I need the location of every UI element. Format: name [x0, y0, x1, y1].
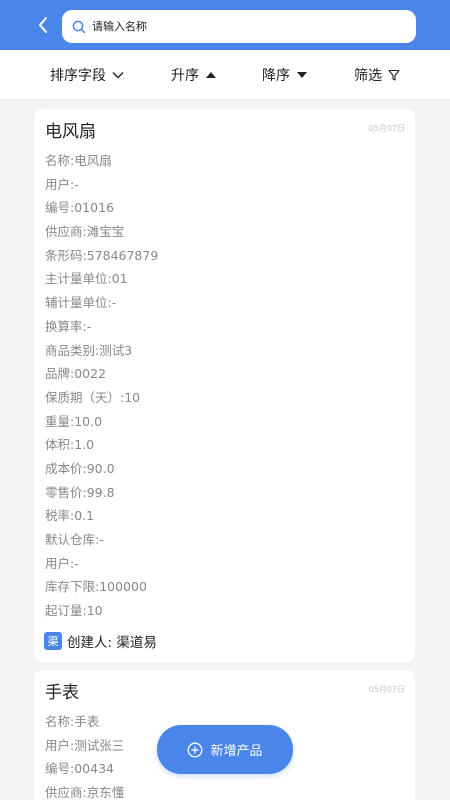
plus-circle-icon — [187, 742, 203, 758]
field-user-2: 用户:- — [45, 555, 79, 571]
field-category: 商品类别:测试3 — [45, 342, 133, 358]
sort-desc-button[interactable]: 降序 — [262, 65, 308, 85]
creator-row: 渠 创建人: 渠道易 — [44, 631, 157, 651]
field-volume: 体积:1.0 — [45, 437, 95, 453]
product-date: 05月07日 — [368, 685, 405, 694]
product-card[interactable]: 电风扇 05月07日 名称:电风扇 用户:- 编号:01016 供应商:滩宝宝 … — [34, 109, 415, 662]
field-code: 编号:00434 — [45, 761, 114, 777]
field-brand: 品牌:0022 — [45, 366, 107, 382]
sort-bar: 排序字段 升序 降序 筛选 — [0, 50, 450, 100]
field-conversion-rate: 换算率:- — [45, 318, 92, 334]
creator-label: 创建人: 渠道易 — [67, 635, 157, 651]
sort-field-label: 排序字段 — [50, 68, 106, 84]
field-supplier: 供应商:滩宝宝 — [45, 224, 125, 240]
add-product-label: 新增产品 — [210, 744, 263, 759]
search-box[interactable] — [62, 10, 416, 43]
creator-badge: 渠 — [44, 632, 62, 650]
field-name: 名称:手表 — [45, 714, 100, 729]
triangle-up-icon — [205, 71, 217, 79]
top-bar — [0, 0, 450, 50]
filter-icon — [388, 69, 400, 81]
product-date: 05月07日 — [368, 124, 405, 133]
field-shelf-life: 保质期（天）:10 — [45, 389, 141, 405]
field-barcode: 条形码:578467879 — [45, 247, 159, 263]
chevron-left-icon — [39, 17, 47, 33]
sort-desc-label: 降序 — [262, 68, 290, 84]
field-stock-min: 库存下限:100000 — [45, 579, 147, 595]
sort-asc-label: 升序 — [171, 68, 199, 84]
field-main-unit: 主计量单位:01 — [45, 271, 128, 287]
field-weight: 重量:10.0 — [45, 413, 103, 429]
field-aux-unit: 辅计量单位:- — [45, 295, 117, 311]
product-title: 电风扇 — [45, 122, 96, 142]
filter-button[interactable]: 筛选 — [354, 65, 400, 85]
sort-field-dropdown[interactable]: 排序字段 — [50, 65, 124, 85]
triangle-down-icon — [296, 71, 308, 79]
sort-asc-button[interactable]: 升序 — [171, 65, 217, 85]
field-default-warehouse: 默认仓库:- — [45, 532, 104, 547]
field-supplier: 供应商:京东懂 — [45, 785, 125, 800]
search-input[interactable] — [92, 20, 392, 33]
add-product-button[interactable]: 新增产品 — [157, 725, 293, 774]
field-cost-price: 成本价:90.0 — [45, 460, 115, 476]
field-user: 用户:测试张三 — [45, 737, 125, 753]
product-fields: 名称:电风扇 用户:- 编号:01016 供应商:滩宝宝 条形码:5784678… — [45, 149, 158, 623]
field-min-order: 起订量:10 — [45, 603, 103, 619]
search-icon — [72, 20, 86, 33]
field-code: 编号:01016 — [45, 200, 114, 216]
field-tax-rate: 税率:0.1 — [45, 508, 95, 524]
chevron-down-icon — [112, 71, 124, 79]
field-name: 名称:电风扇 — [45, 153, 112, 168]
product-fields: 名称:手表 用户:测试张三 编号:00434 供应商:京东懂 — [45, 710, 124, 800]
field-user: 用户:- — [45, 176, 79, 192]
filter-label: 筛选 — [354, 68, 382, 84]
field-retail-price: 零售价:99.8 — [45, 484, 115, 500]
back-button[interactable] — [30, 12, 56, 38]
product-title: 手表 — [45, 683, 79, 703]
